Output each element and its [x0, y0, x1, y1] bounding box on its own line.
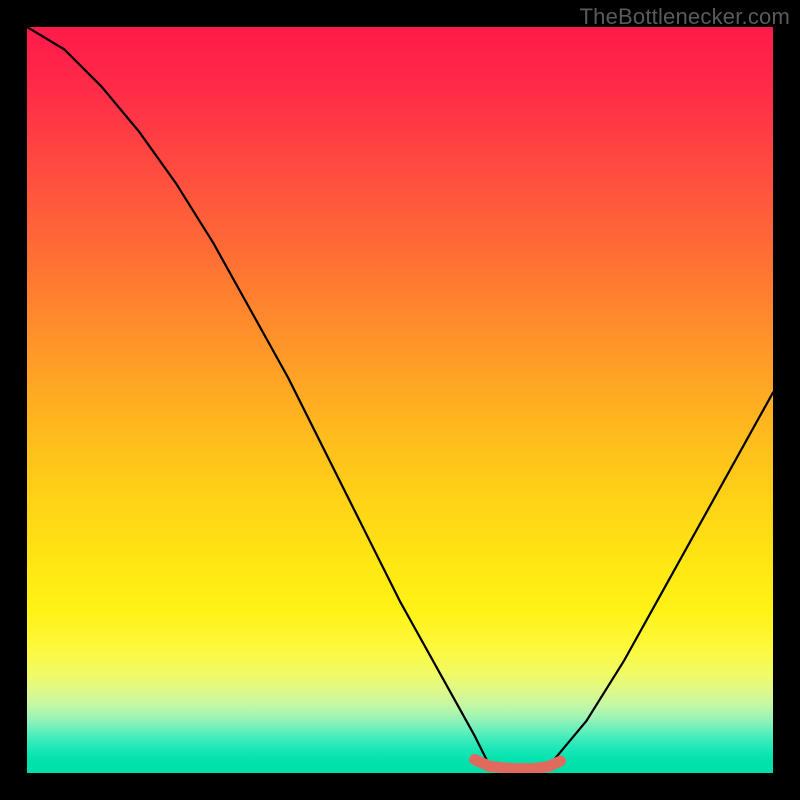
plot-area: [27, 27, 773, 773]
bottleneck-curve-path: [27, 27, 773, 773]
chart-svg: [27, 27, 773, 773]
watermark-text: TheBottlenecker.com: [580, 4, 790, 30]
chart-frame: TheBottlenecker.com: [0, 0, 800, 800]
optimal-range-marker-path: [475, 760, 561, 769]
